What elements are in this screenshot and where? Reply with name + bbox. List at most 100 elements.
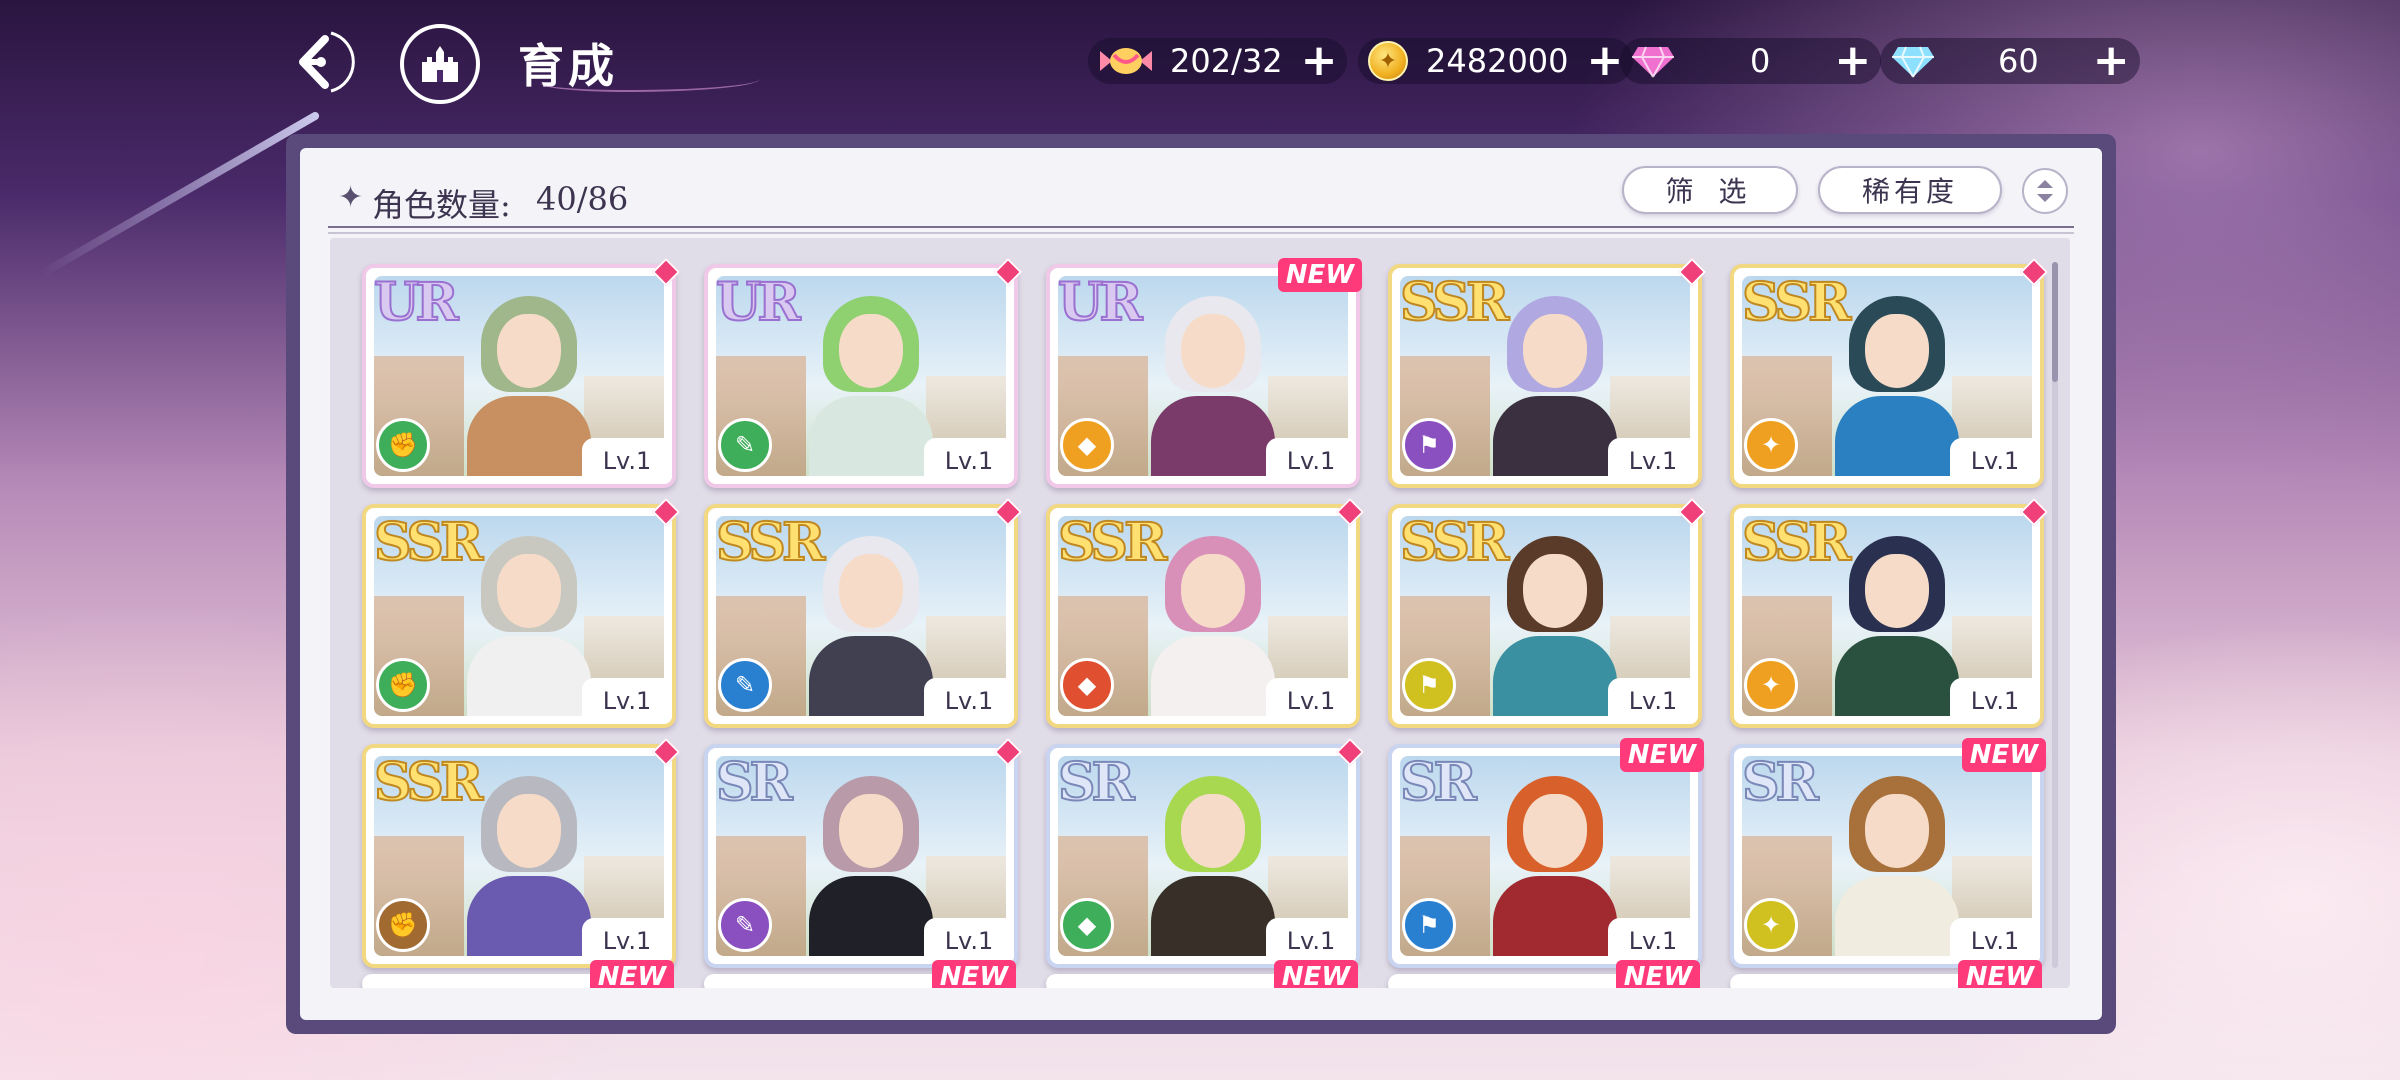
level-label: Lv.1 [1950, 438, 2040, 484]
level-label: Lv.1 [1266, 918, 1356, 964]
castle-icon [422, 46, 458, 82]
pink-gem-add-button[interactable]: + [1834, 39, 1871, 83]
filter-button[interactable]: 筛 选 [1622, 166, 1798, 214]
level-label: Lv.1 [924, 678, 1014, 724]
character-card[interactable]: SSR ◆ Lv.1 [1046, 497, 1365, 728]
new-badge: NEW [1615, 960, 1700, 988]
candy-resource: 202/32 + [1088, 36, 1348, 86]
character-grid: UR ✊ Lv.1 UR ✎ Lv.1 UR ◆ Lv.1 NEW SSR ⚑ Lv.1 SSR ✦ Lv.1… [330, 238, 2070, 988]
class-type-icon: ✎ [718, 418, 772, 472]
candy-add-button[interactable]: + [1301, 39, 1338, 83]
character-card[interactable]: UR ✊ Lv.1 [362, 257, 681, 488]
class-type-icon: ✎ [718, 658, 772, 712]
top-bar: 育成 202/32 + ✦ 2482000 + 0 + 60 + [0, 0, 2400, 120]
character-card-partial[interactable]: NEW [1730, 960, 2042, 988]
level-label: Lv.1 [1266, 438, 1356, 484]
character-card-partial[interactable]: NEW [704, 960, 1016, 988]
rarity-badge: SR [1057, 751, 1136, 814]
rarity-badge: SSR [373, 751, 484, 814]
class-type-icon: ⚑ [1402, 898, 1456, 952]
character-count-label: 角色数量: [372, 186, 511, 224]
diamond-add-button[interactable]: + [2093, 39, 2130, 83]
sort-arrows-icon [2037, 180, 2053, 202]
level-label: Lv.1 [1608, 438, 1698, 484]
character-card[interactable]: SSR ✊ Lv.1 [362, 737, 681, 968]
new-badge: NEW [1277, 258, 1362, 292]
class-type-icon: ⚑ [1402, 418, 1456, 472]
rarity-sort-button[interactable]: 稀有度 [1818, 166, 2002, 214]
level-label: Lv.1 [1950, 678, 2040, 724]
class-type-icon: ◆ [1060, 898, 1114, 952]
grid-scroll-thumb[interactable] [2052, 262, 2058, 382]
rarity-badge: SR [1741, 751, 1820, 814]
new-badge: NEW [1961, 738, 2046, 772]
class-type-icon: ◆ [1060, 658, 1114, 712]
character-card-partial[interactable]: NEW [362, 960, 674, 988]
pink-gem-value: 0 [1750, 42, 1771, 80]
character-card[interactable]: SR ⚑ Lv.1 NEW [1388, 738, 1704, 968]
character-card[interactable]: UR ✎ Lv.1 [704, 257, 1023, 488]
level-label: Lv.1 [582, 438, 672, 484]
character-card[interactable]: SSR ⚑ Lv.1 [1388, 497, 1707, 728]
rarity-badge: UR [715, 271, 802, 334]
character-card[interactable]: SSR ✦ Lv.1 [1730, 257, 2049, 488]
rarity-badge: SSR [715, 511, 826, 574]
character-card[interactable]: SR ◆ Lv.1 [1046, 737, 1365, 968]
new-badge: NEW [931, 960, 1016, 988]
rarity-badge: SSR [373, 511, 484, 574]
title-decoration [540, 70, 760, 92]
character-card[interactable]: SSR ✎ Lv.1 [704, 497, 1023, 728]
rarity-badge: SR [715, 751, 794, 814]
level-label: Lv.1 [1266, 678, 1356, 724]
class-type-icon: ⚑ [1402, 658, 1456, 712]
home-button[interactable] [400, 24, 480, 104]
new-badge: NEW [1619, 738, 1704, 772]
sparkle-icon: ✦ [338, 180, 364, 215]
coin-add-button[interactable]: + [1587, 39, 1624, 83]
rarity-badge: SSR [1399, 271, 1510, 334]
rarity-badge: SSR [1741, 271, 1852, 334]
class-type-icon: ◆ [1060, 418, 1114, 472]
rarity-badge: SSR [1399, 511, 1510, 574]
new-badge: NEW [1273, 960, 1358, 988]
character-card-partial[interactable]: NEW [1046, 960, 1358, 988]
character-count-value: 40/86 [536, 180, 629, 218]
character-card[interactable]: SR ✎ Lv.1 [704, 737, 1023, 968]
character-card[interactable]: SSR ✦ Lv.1 [1730, 497, 2049, 728]
diamond-icon [1892, 46, 1934, 78]
character-card[interactable]: SSR ✊ Lv.1 [362, 497, 681, 728]
class-type-icon: ✊ [376, 658, 430, 712]
level-label: Lv.1 [1608, 678, 1698, 724]
new-badge: NEW [1957, 960, 2042, 988]
rarity-badge: SR [1399, 751, 1478, 814]
class-type-icon: ✎ [718, 898, 772, 952]
character-card[interactable]: SR ✦ Lv.1 NEW [1730, 738, 2046, 968]
coin-value: 2482000 [1426, 42, 1569, 80]
diamond-value: 60 [1998, 42, 2039, 80]
pink-gem-icon [1632, 46, 1674, 78]
class-type-icon: ✦ [1744, 658, 1798, 712]
coin-icon: ✦ [1368, 41, 1408, 81]
sort-order-button[interactable] [2022, 168, 2068, 214]
rarity-badge: UR [373, 271, 460, 334]
candy-icon [1100, 48, 1152, 74]
new-badge: NEW [589, 960, 674, 988]
level-label: Lv.1 [1950, 918, 2040, 964]
header-divider [328, 226, 2074, 234]
character-card[interactable]: UR ◆ Lv.1 NEW [1046, 258, 1362, 488]
class-type-icon: ✊ [376, 418, 430, 472]
class-type-icon: ✦ [1744, 898, 1798, 952]
level-label: Lv.1 [924, 918, 1014, 964]
character-card-partial[interactable]: NEW [1388, 960, 1700, 988]
level-label: Lv.1 [582, 678, 672, 724]
back-button[interactable] [282, 26, 362, 98]
candy-value: 202/32 [1170, 42, 1283, 80]
character-card[interactable]: SSR ⚑ Lv.1 [1388, 257, 1707, 488]
class-type-icon: ✦ [1744, 418, 1798, 472]
class-type-icon: ✊ [376, 898, 430, 952]
level-label: Lv.1 [924, 438, 1014, 484]
rarity-badge: UR [1057, 271, 1144, 334]
level-label: Lv.1 [1608, 918, 1698, 964]
level-label: Lv.1 [582, 918, 672, 964]
coin-resource: ✦ 2482000 + [1358, 36, 1634, 86]
